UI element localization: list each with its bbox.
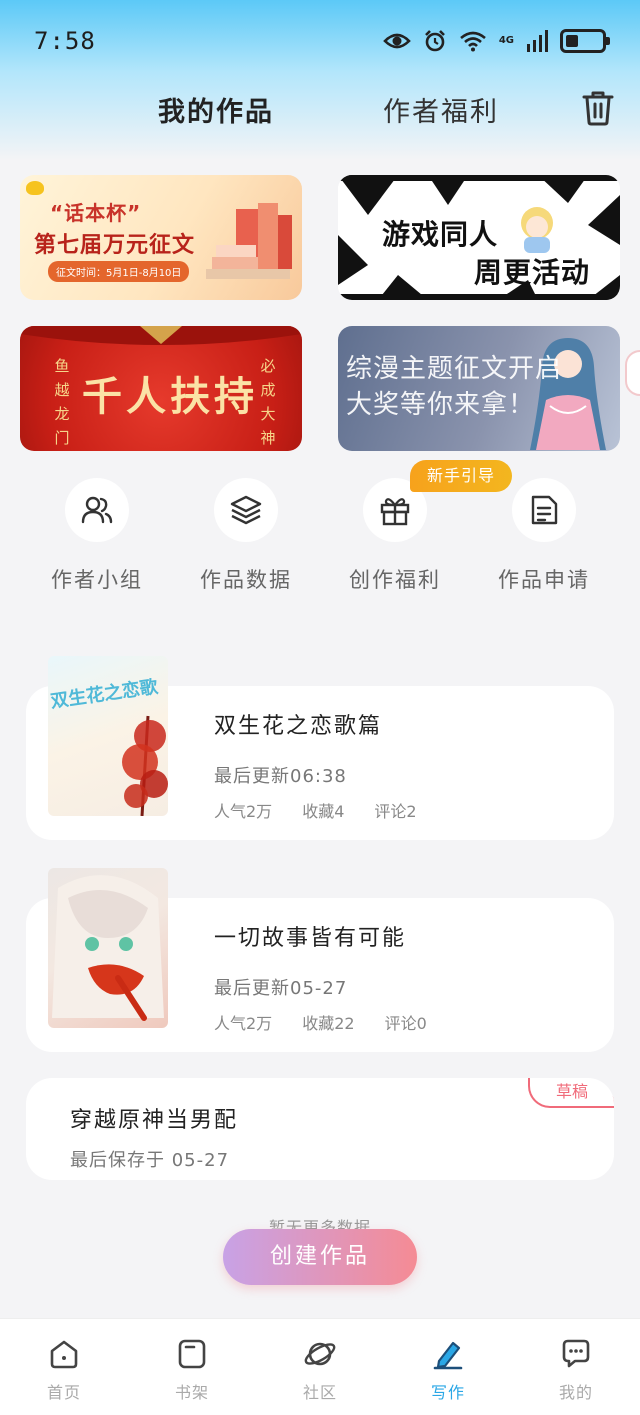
work-title: 双生花之恋歌篇 xyxy=(214,714,383,739)
tool-label: 作品数据 xyxy=(200,568,292,592)
bookshelf-icon xyxy=(178,1339,206,1369)
header: 我的作品 作者福利 xyxy=(0,82,640,138)
tool-icon-circle xyxy=(214,478,278,542)
planet-icon xyxy=(304,1342,336,1366)
banner-anime-contest[interactable]: 综漫主题征文开启 大奖等你来拿！ xyxy=(338,326,620,451)
brand-logo xyxy=(26,181,44,195)
eye-icon xyxy=(382,33,411,49)
lantern-valance xyxy=(20,326,302,345)
draft-badge: 草稿 xyxy=(528,1078,614,1108)
floating-side-button[interactable] xyxy=(625,350,640,396)
beginner-guide-badge[interactable]: 新手引导 xyxy=(410,460,512,492)
banner-time: 征文时间：5月1日-8月10日 xyxy=(48,261,190,282)
status-time: 7:58 xyxy=(34,27,96,55)
work-popularity: 人气2万 xyxy=(214,1014,273,1033)
tool-creation-benefits[interactable]: 创作福利 xyxy=(335,478,455,594)
banner-line-1: 游戏同人 xyxy=(382,218,499,251)
pen-icon xyxy=(433,1341,463,1370)
banner-support-program[interactable]: 鱼越龙门 千人扶持 必成大神 xyxy=(20,326,302,451)
tool-label: 创作福利 xyxy=(349,568,441,592)
work-last-update: 最后更新06:38 xyxy=(214,766,347,787)
tools-row: 作者小组 作品数据 创作福利 作品申请 xyxy=(0,478,640,608)
nav-home[interactable]: 首页 xyxy=(14,1319,114,1415)
work-comments: 评论2 xyxy=(374,802,417,821)
draft-saved-time: 最后保存于 05-27 xyxy=(70,1150,230,1171)
banner-essay-contest[interactable]: “话本杯” 第七届万元征文 征文时间：5月1日-8月10日 xyxy=(20,175,302,300)
banner-title: 第七届万元征文 xyxy=(34,233,196,258)
group-icon xyxy=(81,496,113,524)
work-favorites: 收藏22 xyxy=(302,1014,355,1033)
work-comments: 评论0 xyxy=(384,1014,427,1033)
banner-line-1: 综漫主题征文开启 xyxy=(346,354,563,384)
bottom-tab-bar: 首页 书架 社区 写作 我的 xyxy=(0,1318,640,1415)
tool-work-application[interactable]: 作品申请 xyxy=(484,478,604,594)
nav-label: 首页 xyxy=(46,1383,81,1402)
home-icon xyxy=(50,1340,78,1369)
draft-title: 穿越原神当男配 xyxy=(70,1108,239,1133)
tool-label: 作品申请 xyxy=(498,568,590,592)
books-illustration xyxy=(206,203,292,279)
nav-write[interactable]: 写作 xyxy=(398,1319,498,1415)
work-cover[interactable] xyxy=(48,868,168,1028)
anime-character-illustration xyxy=(52,875,164,1021)
tab-my-works[interactable]: 我的作品 xyxy=(158,90,274,129)
nav-label: 写作 xyxy=(430,1383,465,1402)
draft-card[interactable]: 穿越原神当男配 最后保存于 05-27 草稿 xyxy=(26,1078,614,1180)
work-last-update: 最后更新05-27 xyxy=(214,978,348,999)
red-tree-illustration xyxy=(122,715,168,816)
tab-author-benefits[interactable]: 作者福利 xyxy=(383,90,499,129)
tool-label: 作者小组 xyxy=(51,568,143,592)
banner-right-couplet: 必成大神 xyxy=(260,357,276,447)
tool-icon-circle xyxy=(65,478,129,542)
wifi-icon xyxy=(459,31,486,52)
banner-line-2: 大奖等你来拿！ xyxy=(346,390,536,420)
document-icon xyxy=(531,495,558,525)
nav-bookshelf[interactable]: 书架 xyxy=(142,1319,242,1415)
status-bar: 7:58 4G xyxy=(0,0,640,82)
nav-mine[interactable]: 我的 xyxy=(526,1319,626,1415)
work-title: 一切故事皆有可能 xyxy=(214,926,407,951)
tool-work-data[interactable]: 作品数据 xyxy=(186,478,306,594)
nav-label: 书架 xyxy=(174,1383,209,1402)
battery-icon xyxy=(560,29,610,53)
alarm-icon xyxy=(424,30,445,52)
chat-icon xyxy=(562,1339,590,1368)
banner-game-fanfic[interactable]: 游戏同人 周更活动 xyxy=(338,175,620,300)
nav-label: 社区 xyxy=(302,1383,337,1402)
work-stats: 人气2万 收藏22 评论0 xyxy=(214,1010,427,1034)
work-stats: 人气2万 收藏4 评论2 xyxy=(214,798,417,822)
status-icons: 4G xyxy=(382,29,610,53)
chibi-character xyxy=(521,207,553,253)
gift-icon xyxy=(380,498,410,526)
work-cover[interactable]: 双生花之恋歌 xyxy=(48,656,168,816)
tool-author-group[interactable]: 作者小组 xyxy=(37,478,157,594)
banner-cup-name: “话本杯” xyxy=(50,201,142,225)
banner-title: 千人扶持 xyxy=(82,373,258,420)
trash-icon[interactable] xyxy=(578,88,618,128)
signal-icon xyxy=(527,30,548,52)
tool-icon-circle xyxy=(512,478,576,542)
banner-left-couplet: 鱼越龙门 xyxy=(54,357,70,447)
create-work-button[interactable]: 创建作品 xyxy=(223,1229,417,1285)
work-popularity: 人气2万 xyxy=(214,802,273,821)
banner-line-2: 周更活动 xyxy=(474,256,591,289)
work-favorites: 收藏4 xyxy=(302,802,345,821)
layers-icon xyxy=(230,495,262,525)
nav-label: 我的 xyxy=(558,1383,593,1402)
nav-community[interactable]: 社区 xyxy=(270,1319,370,1415)
network-type: 4G xyxy=(498,35,514,46)
